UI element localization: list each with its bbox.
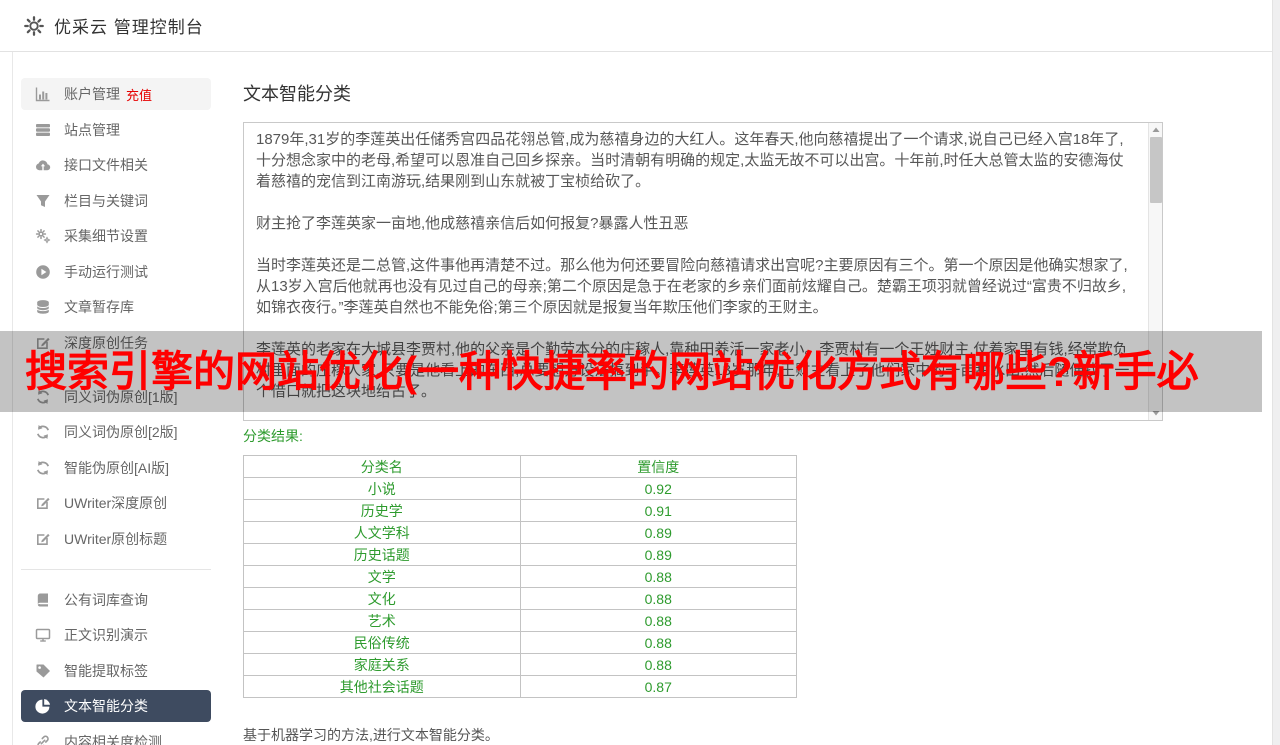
table-cell: 人文学科 (243, 521, 521, 544)
book-icon (35, 592, 51, 608)
sidebar-item-label: UWriter深度原创 (64, 495, 168, 511)
table-cell: 0.88 (519, 653, 797, 676)
table-cell: 文学 (243, 565, 521, 588)
sidebar-item-text-classification[interactable]: 文本智能分类 (21, 690, 211, 722)
table-cell: 0.89 (519, 543, 797, 566)
table-row: 艺术 0.88 (243, 609, 797, 632)
table-cell: 历史学 (243, 499, 521, 522)
table-row: 历史话题 0.89 (243, 543, 797, 566)
table-cell: 0.88 (519, 609, 797, 632)
table-header-cell: 置信度 (519, 455, 797, 478)
recharge-badge[interactable]: 充值 (126, 85, 152, 104)
sidebar-item-ai-rewrite[interactable]: 智能伪原创[AI版] (21, 452, 211, 484)
gear-icon (24, 15, 44, 36)
app-window: 优采云 管理控制台 账户管理 充值 站点管理 接口文件相关 栏目与关键词 采集细节设置 手动… (0, 0, 1280, 745)
table-cell: 艺术 (243, 609, 521, 632)
sidebar-item-smart-tag-extraction[interactable]: 智能提取标签 (21, 655, 211, 687)
table-row: 小说 0.92 (243, 477, 797, 500)
sidebar-item-label: 文章暂存库 (64, 299, 134, 315)
table-cell: 其他社会话题 (243, 675, 521, 698)
app-title: 优采云 管理控制台 (54, 18, 204, 37)
table-cell: 0.88 (519, 565, 797, 588)
table-cell: 0.91 (519, 499, 797, 522)
sidebar-item-content-relevance-check[interactable]: 内容相关度检测 (21, 726, 211, 745)
monitor-icon (35, 627, 51, 643)
input-paragraph: 当时李莲英还是二总管,这件事他再清楚不过。那么他为何还要冒险向慈禧请求出宫呢?主… (256, 257, 1128, 316)
sidebar-item-article-staging[interactable]: 文章暂存库 (21, 291, 211, 323)
server-icon (35, 122, 51, 138)
classification-result-table: 分类名 置信度 小说 0.92 历史学 0.91 人文学科 0.89 历史话题 0.89 文学 0.8… (243, 455, 797, 698)
sidebar-item-label: 采集细节设置 (64, 228, 148, 244)
sidebar-item-label: UWriter原创标题 (64, 530, 168, 547)
input-paragraph: 1879年,31岁的李莲英出任储秀宫四品花翎总管,成为慈禧身边的大红人。这年春天… (256, 131, 1124, 190)
sidebar-item-label: 栏目与关键词 (64, 192, 148, 209)
result-label: 分类结果: (243, 428, 303, 444)
filter-icon (35, 193, 51, 209)
table-row: 文学 0.88 (243, 565, 797, 588)
bar-chart-icon (35, 86, 51, 102)
edit-icon (35, 495, 51, 511)
sidebar-item-content-recognition-demo[interactable]: 正文识别演示 (21, 619, 211, 651)
table-cell: 家庭关系 (243, 653, 521, 676)
sidebar-item-account-management[interactable]: 账户管理 充值 (21, 78, 211, 110)
table-row: 文化 0.88 (243, 587, 797, 610)
tag-icon (35, 663, 51, 679)
app-header: 优采云 管理控制台 (0, 0, 1280, 52)
table-header-row: 分类名 置信度 (243, 455, 797, 478)
sidebar-item-public-lexicon-query[interactable]: 公有词库查询 (21, 584, 211, 616)
watermark-overlay: 搜索引擎的网站优化(一种快捷率的网站优化方式有哪些?新手必 (0, 331, 1262, 412)
edit-icon (35, 531, 51, 547)
table-row: 历史学 0.91 (243, 499, 797, 522)
sidebar-divider (21, 568, 211, 570)
cloud-upload-icon (35, 157, 51, 173)
page-title: 文本智能分类 (243, 84, 351, 104)
refresh-icon (35, 460, 51, 476)
table-cell: 小说 (243, 477, 521, 500)
sidebar-item-label: 站点管理 (64, 121, 120, 138)
scroll-up-icon[interactable] (1151, 125, 1161, 135)
scrollbar-thumb[interactable] (1150, 137, 1162, 203)
table-cell: 0.92 (519, 477, 797, 500)
sidebar-item-uwriter-original-title[interactable]: UWriter原创标题 (21, 523, 211, 555)
sidebar-item-columns-keywords[interactable]: 栏目与关键词 (21, 185, 211, 217)
sidebar-item-label: 接口文件相关 (64, 157, 148, 173)
sidebar-item-label: 文本智能分类 (64, 698, 148, 714)
table-row: 家庭关系 0.88 (243, 653, 797, 676)
table-row: 人文学科 0.89 (243, 521, 797, 544)
table-header-cell: 分类名 (243, 455, 521, 478)
table-cell: 0.87 (519, 675, 797, 698)
sidebar-item-label: 智能提取标签 (64, 662, 148, 679)
table-cell: 0.88 (519, 631, 797, 654)
footer-note: 基于机器学习的方法,进行文本智能分类。 (243, 727, 499, 743)
sidebar-item-site-management[interactable]: 站点管理 (21, 114, 211, 146)
sidebar-item-manual-run-test[interactable]: 手动运行测试 (21, 256, 211, 288)
sidebar-item-uwriter-deep-original[interactable]: UWriter深度原创 (21, 487, 211, 519)
sidebar-item-label: 公有词库查询 (64, 591, 148, 608)
table-cell: 民俗传统 (243, 631, 521, 654)
sidebar-item-interface-files[interactable]: 接口文件相关 (21, 149, 211, 181)
input-paragraph: 财主抢了李莲英家一亩地,他成慈禧亲信后如何报复?暴露人性丑恶 (256, 215, 689, 232)
gears-icon (35, 228, 51, 244)
table-cell: 文化 (243, 587, 521, 610)
table-row: 民俗传统 0.88 (243, 631, 797, 654)
sidebar-item-label: 手动运行测试 (64, 263, 148, 280)
table-cell: 0.89 (519, 521, 797, 544)
page-scrollbar[interactable] (1272, 0, 1280, 745)
sidebar-item-label: 正文识别演示 (64, 627, 148, 643)
database-icon (35, 299, 51, 315)
link-icon (35, 734, 51, 745)
table-cell: 历史话题 (243, 543, 521, 566)
table-cell: 0.88 (519, 587, 797, 610)
refresh-icon (35, 424, 51, 440)
sidebar-item-synonym-rewrite-v2[interactable]: 同义词伪原创[2版] (21, 416, 211, 448)
sidebar-item-label: 账户管理 (64, 86, 120, 102)
sidebar-item-label: 同义词伪原创[2版] (64, 424, 178, 440)
play-circle-icon (35, 264, 51, 280)
watermark-text: 搜索引擎的网站优化(一种快捷率的网站优化方式有哪些?新手必 (25, 348, 1199, 395)
sidebar-item-label: 智能伪原创[AI版] (64, 459, 170, 476)
sidebar-item-label: 内容相关度检测 (64, 733, 162, 745)
table-row: 其他社会话题 0.87 (243, 675, 797, 698)
pie-chart-icon (35, 698, 51, 714)
sidebar-item-collection-detail-settings[interactable]: 采集细节设置 (21, 220, 211, 252)
